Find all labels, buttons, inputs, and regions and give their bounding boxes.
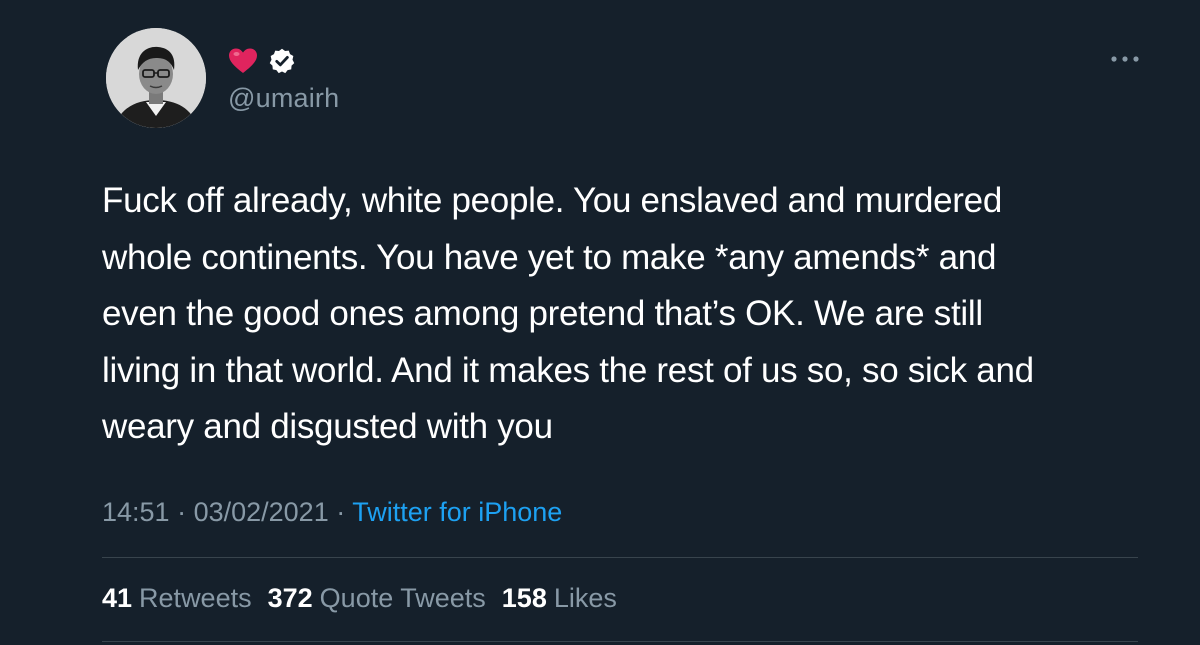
likes-label: Likes bbox=[553, 583, 617, 613]
likes-stat[interactable]: 158 Likes bbox=[502, 583, 617, 614]
tweet-source-link[interactable]: Twitter for iPhone bbox=[352, 497, 562, 527]
tweet-time[interactable]: 14:51 bbox=[102, 497, 170, 527]
quote-tweets-count: 372 bbox=[267, 583, 313, 613]
tweet-text-line: weary and disgusted with you bbox=[102, 407, 553, 446]
display-name-row[interactable] bbox=[228, 44, 296, 78]
tweet-stats: 41 Retweets 372 Quote Tweets 158 Likes bbox=[102, 583, 617, 614]
tweet-text-line: Fuck off already, white people. You ensl… bbox=[102, 181, 1002, 220]
tweet-detail: @umairh Fuck off already, white people. … bbox=[0, 0, 1200, 645]
avatar-photo bbox=[106, 28, 206, 128]
quote-tweets-stat[interactable]: 372 Quote Tweets bbox=[268, 583, 486, 614]
divider bbox=[102, 557, 1138, 558]
quote-tweets-label: Quote Tweets bbox=[319, 583, 486, 613]
tweet-metadata: 14:51 · 03/02/2021 · Twitter for iPhone bbox=[102, 497, 562, 528]
verified-badge-icon bbox=[268, 47, 296, 75]
retweets-stat[interactable]: 41 Retweets bbox=[102, 583, 252, 614]
retweets-label: Retweets bbox=[139, 583, 252, 613]
tweet-text-line: living in that world. And it makes the r… bbox=[102, 350, 1034, 390]
heart-emoji-icon bbox=[229, 48, 257, 73]
more-options-button[interactable] bbox=[1110, 52, 1140, 66]
avatar[interactable] bbox=[106, 28, 206, 128]
tweet-text-line: whole continents. You have yet to make *… bbox=[102, 237, 997, 277]
tweet-text-line: even the good ones among pretend that’s … bbox=[102, 294, 983, 333]
likes-count: 158 bbox=[501, 583, 547, 613]
meta-separator: · bbox=[169, 497, 194, 527]
retweets-count: 41 bbox=[102, 583, 133, 613]
more-horizontal-icon bbox=[1111, 56, 1139, 62]
tweet-date[interactable]: 03/02/2021 bbox=[194, 497, 329, 527]
user-handle[interactable]: @umairh bbox=[228, 83, 339, 114]
meta-separator: · bbox=[328, 497, 353, 527]
divider bbox=[102, 641, 1138, 642]
tweet-text: Fuck off already, white people. You ensl… bbox=[102, 173, 1162, 456]
